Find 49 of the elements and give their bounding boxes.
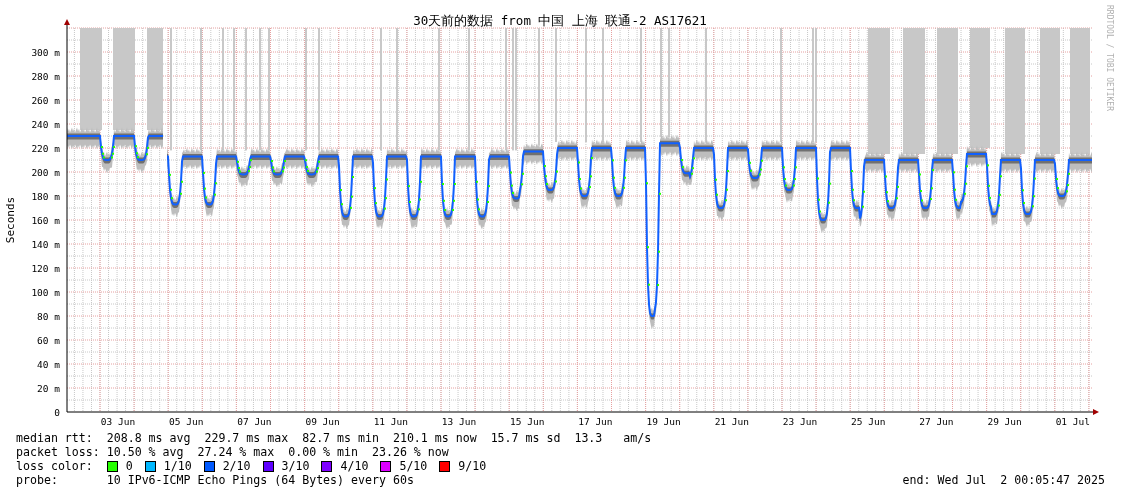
legend-label: 5/10 (399, 459, 428, 473)
axis-label: 03 Jun (100, 416, 136, 427)
legend-text: 10 IPv6-ICMP Echo Pings (64 Bytes) every 60s (106, 473, 414, 487)
legend-label: 2/10 (222, 459, 251, 473)
credit-text: RRDTOOL / TOBI OETIKER (1105, 5, 1114, 111)
axis-label: 20 m (37, 382, 60, 394)
axis-label: 100 m (31, 286, 60, 298)
axis-label: 220 m (31, 142, 60, 154)
axis-label: 40 m (37, 358, 60, 370)
axis-label: 140 m (31, 238, 60, 250)
legend-label: 3/10 (281, 459, 310, 473)
legend-text: 208.8 ms avg 229.7 ms max 82.7 ms min 210.1 ms now 15.7 ms sd 13.3 am/s (106, 431, 652, 445)
axis-label: 300 m (31, 46, 60, 58)
axis-label: 25 Jun (851, 416, 886, 427)
axis-label: 17 Jun (578, 416, 613, 427)
legend-label: 0 (125, 459, 133, 473)
axis-label: 60 m (37, 334, 60, 346)
end-time: end: Wed Jul 2 00:05:47 2025 (902, 473, 1105, 487)
axis-label: 80 m (37, 310, 60, 322)
axis-label: 13 Jun (441, 416, 477, 427)
axis-label: 11 Jun (373, 416, 408, 427)
axis-label: 180 m (31, 190, 60, 202)
axis-label: 120 m (31, 262, 60, 274)
axis-label: 29 Jun (987, 416, 1022, 427)
axis-label: 160 m (31, 214, 60, 226)
axis-label: 21 Jun (714, 416, 749, 427)
axis-label: 19 Jun (646, 416, 681, 427)
legend-label: median rtt: (16, 431, 94, 445)
legend-label: packet loss: (16, 445, 101, 459)
axis-label: 240 m (31, 118, 60, 130)
chart-title: 30天前的数据 from 中国 上海 联通-2 AS17621 (413, 13, 707, 28)
legend-label: 9/10 (458, 459, 487, 473)
axis-title: Seconds (4, 196, 17, 244)
axis-label: 05 Jun (169, 416, 204, 427)
axis-label: 15 Jun (510, 416, 545, 427)
axis-label: 260 m (31, 94, 60, 106)
axis-label: 09 Jun (305, 416, 340, 427)
axis-label: 0 (54, 406, 60, 418)
axis-label: 01 Jul (1055, 416, 1090, 427)
legend-label: 4/10 (340, 459, 369, 473)
legend-label: loss color: (16, 459, 94, 473)
axis-label: 23 Jun (782, 416, 818, 427)
axis-label: 280 m (31, 70, 60, 82)
legend-label: 1/10 (163, 459, 192, 473)
axis-label: 200 m (31, 166, 60, 178)
axis-label: 07 Jun (237, 416, 272, 427)
legend-label: probe: (16, 473, 59, 487)
axis-label: 27 Jun (919, 416, 954, 427)
legend-text: 10.50 % avg 27.24 % max 0.00 % min 23.26 % now (106, 445, 449, 459)
